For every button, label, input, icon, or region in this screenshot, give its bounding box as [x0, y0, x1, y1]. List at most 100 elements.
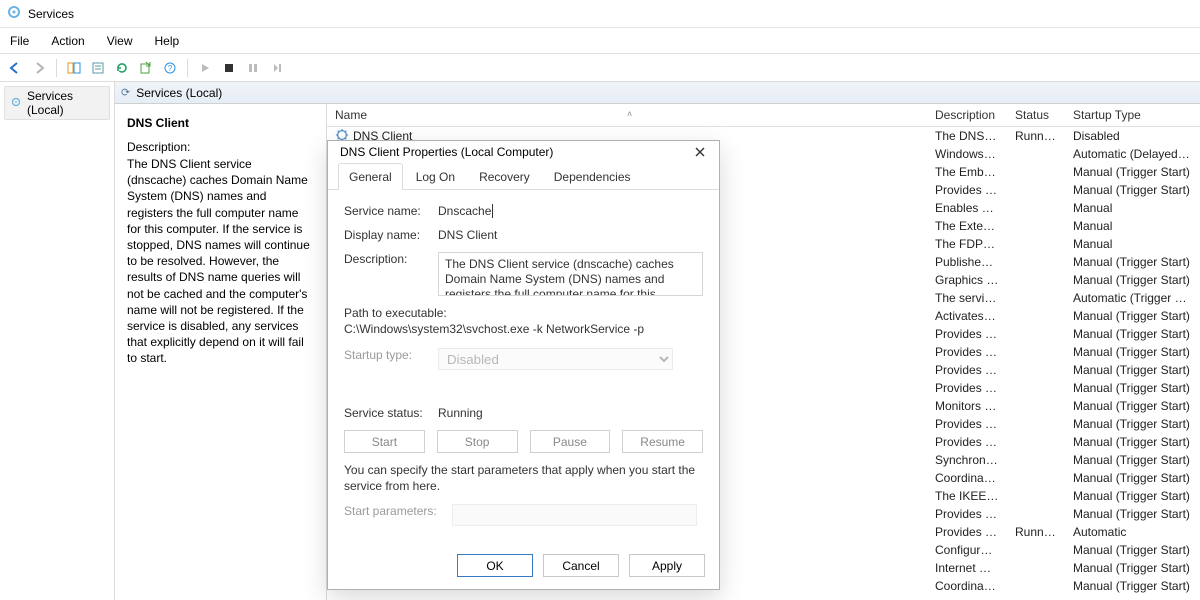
service-status-cell [1007, 577, 1065, 595]
sort-indicator-icon: ˄ [627, 109, 632, 119]
selected-service-name: DNS Client [127, 116, 314, 130]
service-startup-cell: Automatic (Delayed St [1065, 145, 1200, 163]
service-description-cell: The DNS Cli... [927, 127, 1007, 146]
tab-log-on[interactable]: Log On [405, 163, 466, 190]
service-name-value: Dnscache [438, 204, 491, 218]
ok-button[interactable]: OK [457, 554, 533, 577]
tab-general[interactable]: General [338, 163, 403, 190]
startup-type-select: Disabled [438, 348, 673, 370]
tree-pane: Services (Local) [0, 82, 115, 600]
service-startup-cell: Manual (Trigger Start) [1065, 181, 1200, 199]
service-description-cell: Monitors th... [927, 397, 1007, 415]
stop-button[interactable]: Stop [437, 430, 518, 453]
dialog-body: Service name: Dnscache Display name: DNS… [328, 190, 719, 546]
start-button[interactable]: Start [344, 430, 425, 453]
path-label: Path to executable: [344, 306, 703, 320]
service-startup-cell: Manual (Trigger Start) [1065, 253, 1200, 271]
service-description-cell: Coordinates ... [927, 577, 1007, 595]
back-button[interactable] [4, 57, 26, 79]
service-status-cell [1007, 145, 1065, 163]
service-description-cell: Coordinates ... [927, 469, 1007, 487]
menu-action[interactable]: Action [47, 32, 88, 50]
start-parameters-label: Start parameters: [344, 504, 452, 518]
menu-help[interactable]: Help [151, 32, 184, 50]
tab-dependencies[interactable]: Dependencies [543, 163, 642, 190]
service-description-cell: The Embedd... [927, 163, 1007, 181]
service-status-cell [1007, 325, 1065, 343]
column-startup-type[interactable]: Startup Type [1065, 104, 1200, 127]
forward-button[interactable] [28, 57, 50, 79]
service-startup-cell: Automatic (Trigger Sta [1065, 289, 1200, 307]
help-button[interactable]: ? [159, 57, 181, 79]
tree-item-services-local[interactable]: Services (Local) [4, 86, 110, 120]
pause-button[interactable]: Pause [530, 430, 611, 453]
refresh-button[interactable] [111, 57, 133, 79]
service-description-cell: Provides a m... [927, 343, 1007, 361]
service-startup-cell: Manual (Trigger Start) [1065, 433, 1200, 451]
service-startup-cell: Automatic [1065, 523, 1200, 541]
service-startup-cell: Manual [1065, 199, 1200, 217]
service-status-cell [1007, 487, 1065, 505]
selected-service-description: The DNS Client service (dnscache) caches… [127, 156, 314, 366]
service-startup-cell: Manual (Trigger Start) [1065, 469, 1200, 487]
service-status-cell [1007, 433, 1065, 451]
cancel-button[interactable]: Cancel [543, 554, 619, 577]
service-status-value: Running [438, 406, 703, 420]
display-name-value: DNS Client [438, 228, 703, 242]
menu-bar: File Action View Help [0, 28, 1200, 54]
service-status-cell [1007, 271, 1065, 289]
dialog-description-box[interactable]: The DNS Client service (dnscache) caches… [438, 252, 703, 296]
column-description[interactable]: Description [927, 104, 1007, 127]
column-name[interactable]: Name [335, 108, 367, 122]
description-label: Description: [127, 140, 314, 154]
start-service-button[interactable] [194, 57, 216, 79]
service-status-cell [1007, 469, 1065, 487]
display-name-label: Display name: [344, 228, 438, 242]
service-startup-cell: Manual [1065, 217, 1200, 235]
service-description-cell: Provides the... [927, 181, 1007, 199]
service-description-cell: Provides an i... [927, 361, 1007, 379]
resume-button[interactable]: Resume [622, 430, 703, 453]
dialog-titlebar: DNS Client Properties (Local Computer) [328, 141, 719, 163]
service-status-cell [1007, 199, 1065, 217]
service-status-cell [1007, 307, 1065, 325]
service-startup-cell: Manual (Trigger Start) [1065, 163, 1200, 181]
service-description-cell: Synchronize... [927, 451, 1007, 469]
content-title: Services (Local) [136, 86, 222, 100]
menu-view[interactable]: View [103, 32, 137, 50]
tree-item-label: Services (Local) [27, 89, 105, 117]
svg-text:?: ? [168, 64, 173, 73]
service-description-cell: Provides a m... [927, 415, 1007, 433]
service-startup-cell: Manual (Trigger Start) [1065, 415, 1200, 433]
service-startup-cell: Manual (Trigger Start) [1065, 577, 1200, 595]
tab-recovery[interactable]: Recovery [468, 163, 541, 190]
service-status-cell [1007, 541, 1065, 559]
show-hide-tree-button[interactable] [63, 57, 85, 79]
service-description-cell: Provides net... [927, 505, 1007, 523]
menu-file[interactable]: File [6, 32, 33, 50]
stop-service-button[interactable] [218, 57, 240, 79]
service-status-cell [1007, 379, 1065, 397]
service-startup-cell: Manual (Trigger Start) [1065, 379, 1200, 397]
dialog-tabs: General Log On Recovery Dependencies [328, 163, 719, 190]
column-status[interactable]: Status [1007, 104, 1065, 127]
service-startup-cell: Disabled [1065, 127, 1200, 146]
dialog-close-button[interactable] [687, 141, 713, 163]
service-status-cell [1007, 451, 1065, 469]
apply-button[interactable]: Apply [629, 554, 705, 577]
properties-button[interactable] [87, 57, 109, 79]
pause-service-button[interactable] [242, 57, 264, 79]
service-status-cell [1007, 217, 1065, 235]
service-status-cell [1007, 361, 1065, 379]
service-startup-cell: Manual (Trigger Start) [1065, 325, 1200, 343]
content-header: ⟳ Services (Local) [115, 82, 1200, 104]
restart-service-button[interactable] [266, 57, 288, 79]
window-title: Services [28, 7, 74, 21]
start-parameters-input [452, 504, 697, 526]
service-startup-cell: Manual (Trigger Start) [1065, 505, 1200, 523]
service-description-cell: Provides an i... [927, 325, 1007, 343]
export-button[interactable] [135, 57, 157, 79]
title-bar: Services [0, 0, 1200, 28]
toolbar-separator [56, 59, 57, 77]
refresh-icon[interactable]: ⟳ [121, 86, 130, 99]
